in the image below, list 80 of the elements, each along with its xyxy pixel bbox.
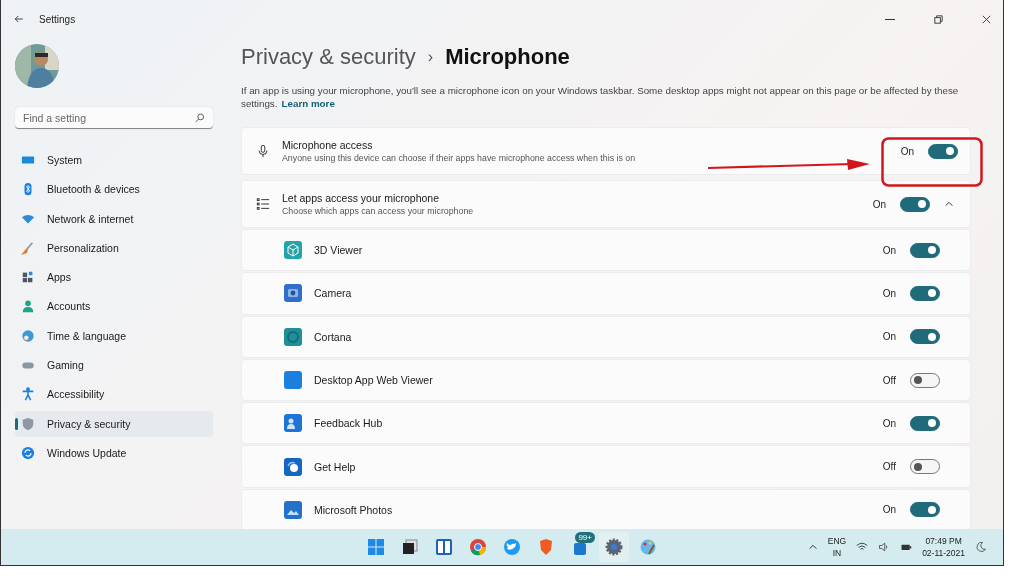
toggle-switch[interactable] [910,372,940,388]
notification-badge: 99+ [575,532,595,543]
gear-icon [604,537,624,557]
browser-icon [468,537,488,557]
restore-icon [932,13,944,25]
toggle-status: On [882,504,896,516]
camera-icon [284,284,302,303]
globe-clock-icon [21,328,35,343]
apps-icon [21,270,35,285]
nav-item[interactable]: Accessibility [15,381,213,408]
app-name: Cortana [314,330,353,343]
toggle-status: On [900,145,914,157]
toggle-status: Off [882,461,896,473]
square-icon [284,371,302,390]
toggle-switch[interactable] [928,143,958,159]
back-arrow-icon [13,13,25,25]
nav-item[interactable]: Time & language [15,322,213,349]
setting-title: Let apps access your microphone [282,192,440,204]
nav-item[interactable]: Windows Update [15,439,213,466]
toggle-status: On [872,198,886,210]
toggle-status: On [882,331,896,343]
sync-icon [21,445,35,460]
nav-item[interactable]: Personalization [15,234,213,261]
learn-more-link[interactable]: Learn more [281,98,335,109]
toggle-switch[interactable] [910,242,940,258]
toggle-switch[interactable] [900,196,930,212]
toggle-status: On [882,244,896,256]
microphone-icon [256,144,270,158]
toggle-switch[interactable] [910,415,940,431]
nav-item[interactable]: Gaming [15,352,213,379]
paintbrush-icon [21,240,35,255]
toggle-status: On [882,417,896,429]
toggle-switch[interactable] [910,285,940,301]
page-title: Microphone [445,44,570,70]
search-icon [195,113,205,123]
clock[interactable]: 07:49 PM 02-11-2021 [922,535,965,559]
chevron-up-icon [944,199,954,209]
window-title: Settings [39,13,77,25]
windows-logo-icon [366,537,386,557]
nav-item[interactable]: Apps [15,264,213,291]
setting-description: Anyone using this device can choose if their apps have microphone access when this is on [282,153,637,163]
app-name: Microsoft Photos [314,503,394,516]
shield-icon [21,416,35,431]
toggle-switch[interactable] [910,329,940,345]
nav-item[interactable]: Privacy & security [15,410,213,437]
widgets-icon [434,537,454,557]
task-view-icon [400,537,420,557]
nav-item[interactable]: Network & internet [15,205,213,232]
person-icon [21,299,35,314]
paint-palette-icon [638,537,658,557]
list-icon [256,197,270,211]
app-name: Feedback Hub [314,417,384,430]
chevron-up-icon [807,542,818,552]
app-name: Camera [314,287,353,300]
app-name: 3D Viewer [314,244,364,257]
app-name: Get Help [314,460,357,473]
setting-description: Choose which apps can access your microphone [282,206,475,216]
search-field[interactable]: Find a setting [15,107,213,129]
nav-item[interactable]: Bluetooth & devices [15,176,213,203]
bird-icon [502,537,522,557]
moon-icon [975,541,987,553]
toggle-switch[interactable] [910,502,940,518]
minimize-icon [885,18,895,20]
nav-item[interactable]: Accounts [15,293,213,320]
toggle-switch[interactable] [910,459,940,475]
nav-item[interactable]: System [15,147,213,173]
ring-icon [284,327,302,346]
accessibility-icon [21,387,35,402]
toggle-status: Off [882,374,896,386]
toggle-status: On [882,287,896,299]
breadcrumb-separator: › [427,48,434,66]
close-icon [980,13,992,25]
app-name: Desktop App Web Viewer [314,374,434,387]
setting-title: Microphone access [282,139,374,151]
cube-icon [284,241,302,260]
people-icon [284,414,302,433]
photo-icon [284,500,302,519]
description-text: If an app is using your microphone, you'll see a microphone icon on your Windows taskbar. Some desktop apps might not appear on this page or be affected by these settings. Learn more [241,84,960,110]
language-indicator[interactable]: ENG IN [827,535,847,559]
breadcrumb-link[interactable]: Privacy & security [241,44,416,70]
